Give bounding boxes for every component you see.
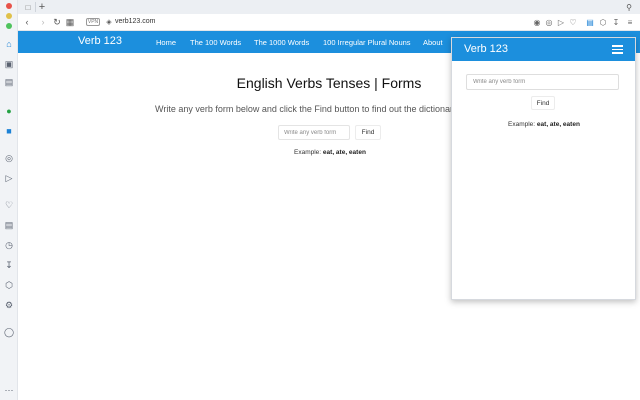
extension-popup: Verb 123 Find Example: eat, ate, eaten bbox=[451, 37, 636, 300]
vpn-badge[interactable]: VPN bbox=[86, 18, 100, 26]
home-icon[interactable]: ⌂ bbox=[3, 38, 15, 50]
find-button[interactable]: Find bbox=[355, 125, 381, 140]
extensions-cube-icon[interactable]: ⬡ bbox=[598, 17, 608, 27]
shield-icon[interactable]: ◎ bbox=[544, 17, 554, 27]
nav-link-home[interactable]: Home bbox=[156, 38, 176, 47]
news-icon[interactable]: ▤ bbox=[3, 219, 15, 231]
tab-divider bbox=[35, 2, 36, 12]
whatsapp-icon[interactable]: ● bbox=[3, 105, 15, 117]
send-icon[interactable]: ▷ bbox=[3, 172, 15, 184]
extensions-icon[interactable]: ⬡ bbox=[3, 279, 15, 291]
tab-grid-icon[interactable]: ▦ bbox=[64, 16, 76, 28]
notes-icon[interactable]: ▤ bbox=[3, 76, 15, 88]
heart-icon[interactable]: ♡ bbox=[568, 17, 578, 27]
nav-link-1000-words[interactable]: The 1000 Words bbox=[254, 38, 309, 47]
close-window-dot[interactable] bbox=[6, 3, 12, 9]
instructions-text: Write any verb form below and click the … bbox=[155, 104, 455, 114]
more-icon[interactable]: ⋯ bbox=[3, 384, 15, 396]
popup-brand[interactable]: Verb 123 bbox=[464, 43, 508, 55]
popup-header: Verb 123 bbox=[452, 38, 635, 61]
downloads-icon[interactable]: ↧ bbox=[3, 259, 15, 271]
tab-favicon-icon[interactable]: □ bbox=[23, 2, 33, 12]
tab-search-icon[interactable]: ⚲ bbox=[624, 2, 634, 12]
new-tab-button[interactable]: + bbox=[37, 1, 47, 13]
example-label: Example: bbox=[294, 149, 322, 156]
settings-icon[interactable]: ⚙ bbox=[3, 299, 15, 311]
example-text: Example: eat, ate, eaten bbox=[294, 149, 366, 156]
back-icon[interactable]: ‹ bbox=[21, 16, 33, 28]
nav-link-irregular-plurals[interactable]: 100 Irregular Plural Nouns bbox=[323, 38, 411, 47]
browser-sidebar: ⌂ ▣ ▤ ● ■ ◎ ▷ ♡ ▤ ◷ ↧ ⬡ ⚙ ◯ ⋯ bbox=[0, 0, 18, 400]
lock-icon[interactable]: ◈ bbox=[104, 17, 114, 27]
url-text[interactable]: verb123.com bbox=[115, 18, 155, 25]
example-value: eat, ate, eaten bbox=[322, 149, 366, 156]
send-icon[interactable]: ▷ bbox=[556, 17, 566, 27]
download-icon[interactable]: ↧ bbox=[611, 17, 621, 27]
verb-search-input[interactable] bbox=[278, 125, 350, 140]
popup-example-value: eat, ate, eaten bbox=[536, 121, 580, 128]
menu-icon[interactable]: ≡ bbox=[625, 17, 635, 27]
browser-window: ⌂ ▣ ▤ ● ■ ◎ ▷ ♡ ▤ ◷ ↧ ⬡ ⚙ ◯ ⋯ □ + ⚲ ‹ › … bbox=[0, 0, 640, 400]
twitter-icon[interactable]: ■ bbox=[3, 125, 15, 137]
site-brand[interactable]: Verb 123 bbox=[78, 35, 122, 47]
maximize-window-dot[interactable] bbox=[6, 23, 12, 29]
history-icon[interactable]: ◷ bbox=[3, 239, 15, 251]
speed-dial-icon[interactable]: ◎ bbox=[3, 152, 15, 164]
camera-icon[interactable]: ◉ bbox=[532, 17, 542, 27]
briefcase-icon[interactable]: ▣ bbox=[3, 58, 15, 70]
tab-strip: □ + ⚲ bbox=[18, 0, 640, 14]
forward-icon[interactable]: › bbox=[37, 16, 49, 28]
verb123-extension-icon[interactable]: ▤ bbox=[585, 17, 595, 27]
heart-icon[interactable]: ♡ bbox=[3, 199, 15, 211]
nav-link-100-words[interactable]: The 100 Words bbox=[190, 38, 241, 47]
popup-example-text: Example: eat, ate, eaten bbox=[508, 121, 580, 128]
hamburger-menu-icon[interactable] bbox=[612, 45, 623, 54]
popup-find-button[interactable]: Find bbox=[531, 96, 555, 110]
address-bar: ‹ › ↻ ▦ VPN ◈ verb123.com ◉ ◎ ▷ ♡ ▤ ⬡ ↧ … bbox=[18, 14, 640, 31]
popup-example-label: Example: bbox=[508, 121, 536, 128]
popup-verb-search-input[interactable] bbox=[466, 74, 619, 90]
reload-icon[interactable]: ↻ bbox=[51, 16, 63, 28]
nav-link-about[interactable]: About bbox=[423, 38, 443, 47]
lightbulb-icon[interactable]: ◯ bbox=[3, 326, 15, 338]
minimize-window-dot[interactable] bbox=[6, 13, 12, 19]
